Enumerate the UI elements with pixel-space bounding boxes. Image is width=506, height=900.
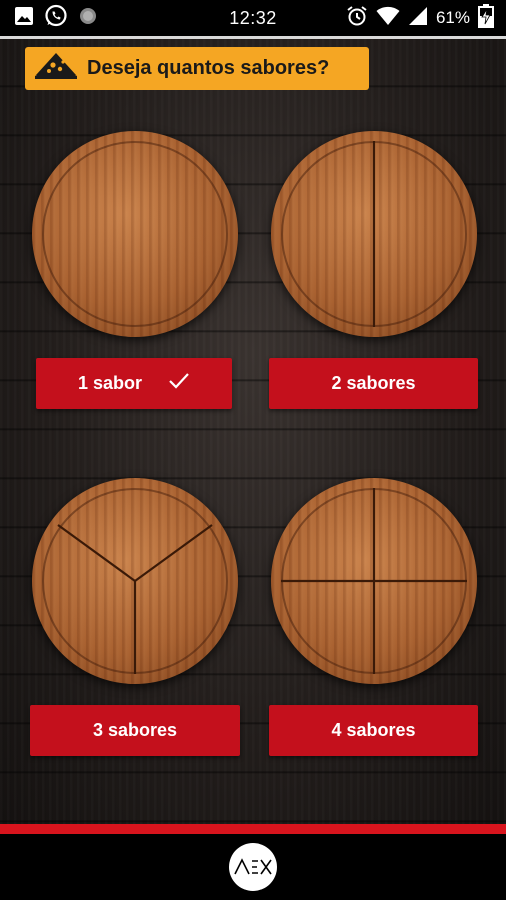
signal-icon: [408, 6, 428, 31]
status-bar: 12:32 61%: [0, 0, 506, 36]
bottom-bar: [0, 834, 506, 900]
wifi-icon: [376, 6, 400, 31]
pizza-board-4-slices[interactable]: [271, 478, 477, 684]
pizza-board-2-slices[interactable]: [271, 131, 477, 337]
slice-lines: [372, 141, 376, 327]
option-3-sabores-button[interactable]: 3 sabores: [30, 705, 240, 756]
header-badge: Deseja quantos sabores?: [25, 47, 369, 90]
option-label: 3 sabores: [92, 720, 178, 740]
option-label: 1 sabor: [77, 373, 143, 393]
header-title: Deseja quantos sabores?: [87, 57, 330, 79]
main-content: Deseja quantos sabores? 1 sabor 2 sabore…: [0, 39, 506, 824]
option-4-sabores-button[interactable]: 4 sabores: [269, 705, 478, 756]
pizza-board-3-slices[interactable]: [32, 478, 238, 684]
pizza-board-1-slice[interactable]: [32, 131, 238, 337]
battery-percent: 61%: [435, 8, 470, 27]
option-2-sabores-button[interactable]: 2 sabores: [269, 358, 478, 409]
brand-logo[interactable]: [229, 843, 277, 891]
brand-logo-icon: [234, 858, 272, 875]
slice-lines: [281, 488, 467, 674]
option-label: 2 sabores: [331, 373, 416, 393]
alarm-icon: [346, 5, 368, 32]
option-1-sabor-button[interactable]: 1 sabor: [36, 358, 232, 409]
check-icon: [168, 372, 190, 395]
board-rim: [42, 141, 228, 327]
pizza-slice-icon: [33, 51, 79, 86]
accent-bar: [0, 824, 506, 834]
slice-lines: [57, 524, 213, 674]
battery-charging-icon: [478, 3, 494, 33]
option-label: 4 sabores: [331, 720, 416, 740]
